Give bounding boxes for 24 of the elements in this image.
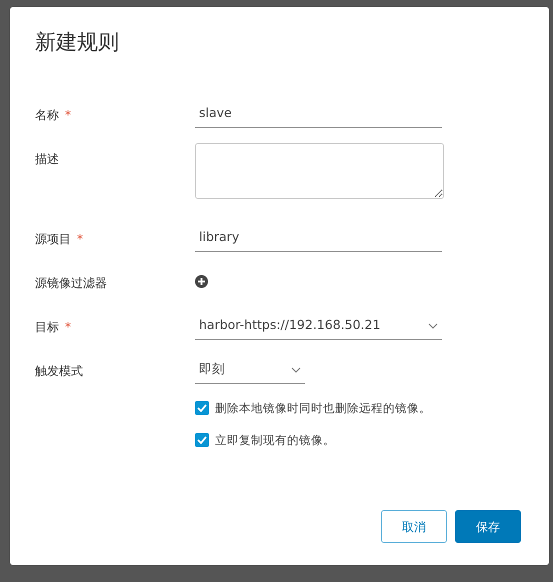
field-label: 目标 xyxy=(35,319,59,336)
required-mark: * xyxy=(65,319,71,336)
save-button[interactable]: 保存 xyxy=(455,510,521,543)
field-label: 源项目 xyxy=(35,231,71,248)
checkbox-label: 立即复制现有的镜像。 xyxy=(215,432,335,449)
text-field[interactable]: library xyxy=(195,226,442,252)
target-select[interactable]: harbor-https://192.168.50.21 xyxy=(195,314,442,340)
chevron-down-icon xyxy=(428,322,438,329)
field-label: 源镜像过滤器 xyxy=(35,275,107,292)
field-label: 名称 xyxy=(35,107,59,124)
cancel-button[interactable]: 取消 xyxy=(381,510,447,543)
trigger-select[interactable]: 即刻 xyxy=(195,358,305,384)
required-mark: * xyxy=(65,107,71,124)
description-field[interactable] xyxy=(195,143,444,200)
checkbox[interactable] xyxy=(195,401,209,416)
dialog-title: 新建规则 xyxy=(35,29,120,56)
add-icon[interactable] xyxy=(195,275,208,288)
checkbox[interactable] xyxy=(195,433,209,448)
field-label: 描述 xyxy=(35,151,59,168)
required-mark: * xyxy=(77,231,83,248)
checkbox-label: 删除本地镜像时同时也删除远程的镜像。 xyxy=(215,400,431,417)
text-field[interactable]: slave xyxy=(195,102,442,128)
field-label: 触发模式 xyxy=(35,363,83,380)
chevron-down-icon xyxy=(291,366,301,373)
